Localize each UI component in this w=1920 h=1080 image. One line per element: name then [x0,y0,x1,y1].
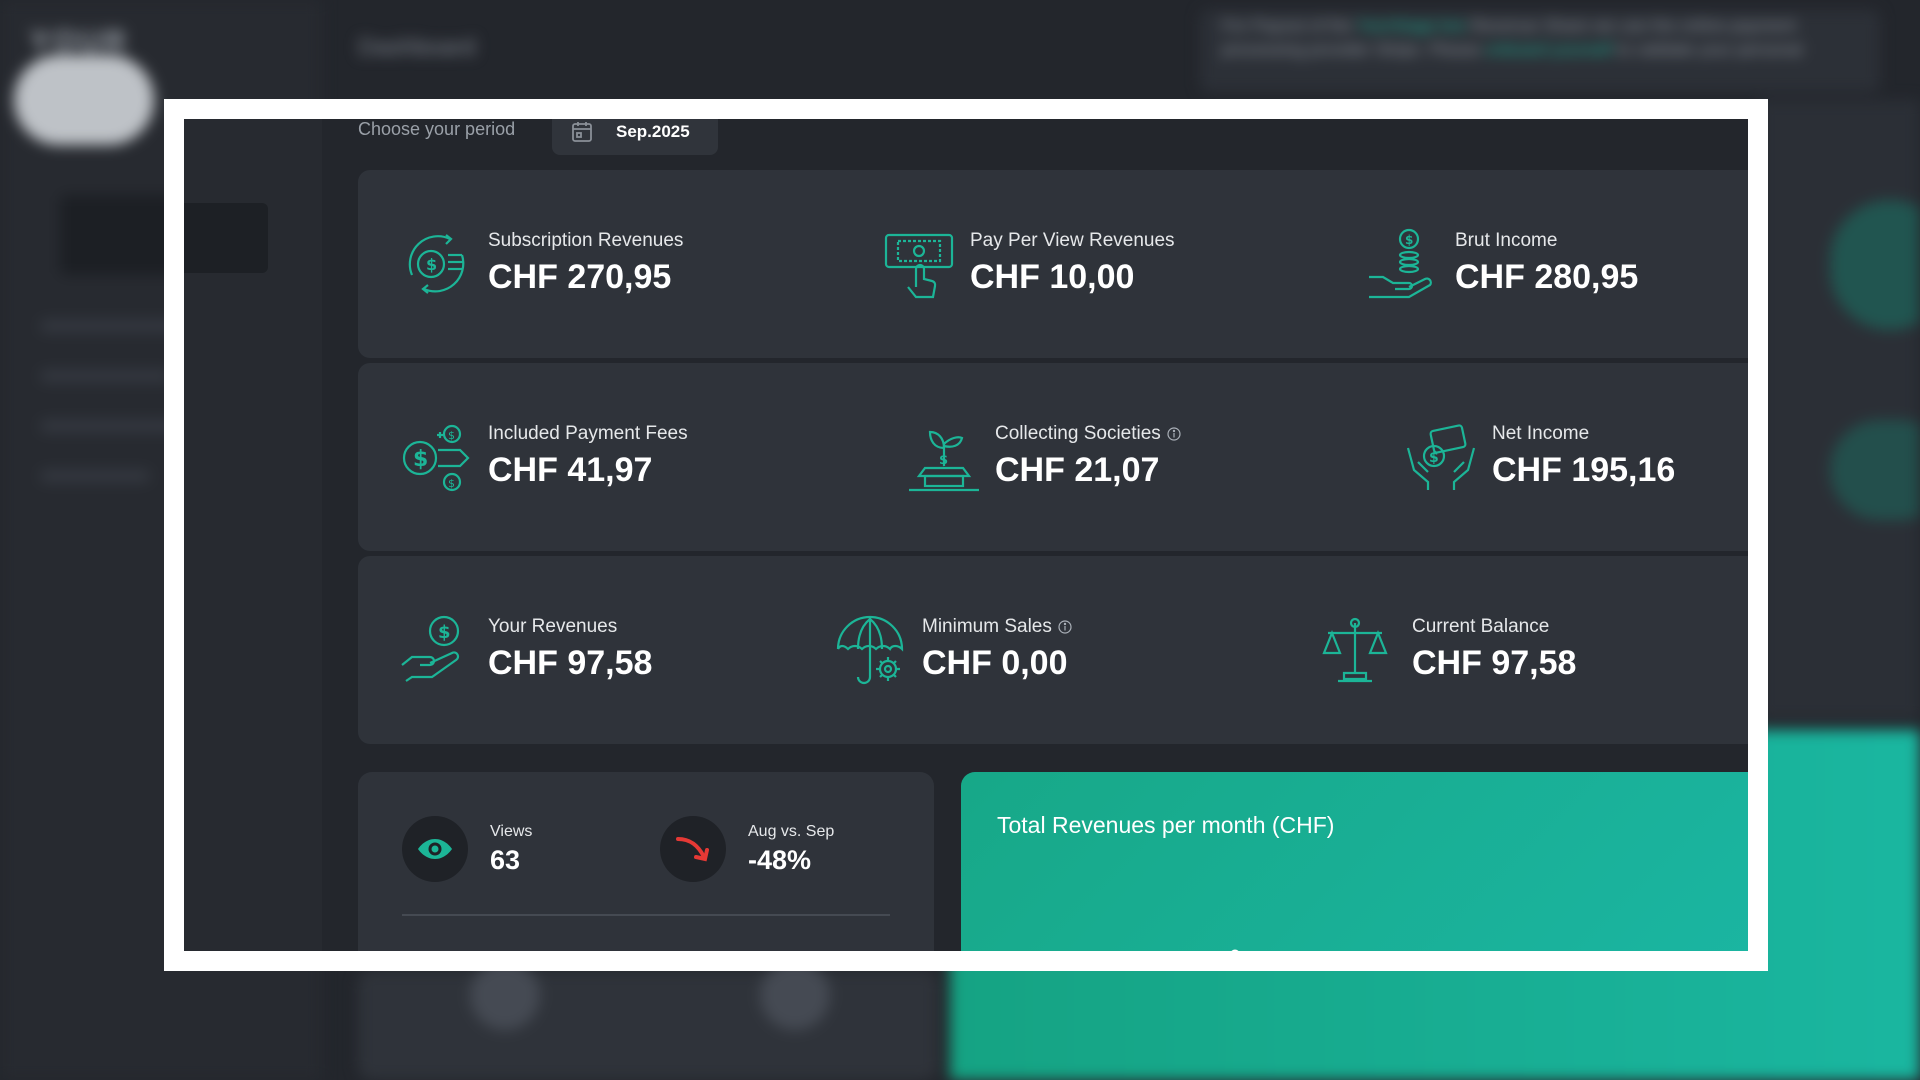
metric-value: CHF 270,95 [488,258,672,296]
hands-money-icon: $ [1406,424,1476,490]
sidebar [184,119,322,951]
metric-subscription: $ Subscription Revenues CHF 270,95 [398,170,683,358]
umbrella-gear-icon [836,615,904,685]
plant-dollar-icon: $ [909,430,979,492]
metric-pay-per-view: Pay Per View Revenues CHF 10,00 [880,170,1175,358]
chart-bar[interactable] [1230,949,1240,952]
metric-label: Included Payment Fees [488,423,688,444]
metric-label-text: Collecting Societies [995,423,1161,444]
metric-label: Pay Per View Revenues [970,230,1175,251]
metric-collecting-societies: $ Collecting Societies CHF 21,07 [905,363,1181,551]
svg-text:$: $ [448,477,455,490]
info-icon[interactable] [1058,620,1072,634]
bg-notice-brand-link: YourStage.live [1356,16,1466,35]
metric-value: CHF 41,97 [488,451,653,489]
bg-notice-part: For Payout of the [1222,16,1357,35]
metrics-card-row-3: $ Your Revenues CHF 97,58 Minimum Sales … [358,556,1748,744]
bg-notice-onboard-link: onboard yourself [1485,40,1613,59]
dashboard-screen: Choose your period Sep.2025 $ Subscripti… [184,119,1748,951]
stat-label: Aug vs. Sep [748,823,835,840]
metric-label-text: Minimum Sales [922,616,1052,637]
metric-net-income: $ Net Income CHF 195,16 [1402,363,1675,551]
metric-value: CHF 10,00 [970,258,1135,296]
stat-label: Views [490,823,533,840]
stat-value: -48% [748,845,812,875]
info-icon[interactable] [1167,427,1181,441]
revenue-chart-card: Total Revenues per month (CHF) [961,772,1748,951]
stat-icon-circle [660,816,726,882]
metric-current-balance: Current Balance CHF 97,58 [1316,556,1576,744]
stat-views: Views 63 [402,816,532,882]
metric-your-revenues: $ Your Revenues CHF 97,58 [398,556,652,744]
revenue-chart [1230,949,1240,952]
metric-label: Your Revenues [488,616,618,637]
metric-value: CHF 280,95 [1455,258,1639,296]
stat-compare: Aug vs. Sep -48% [660,816,834,882]
views-card: Views 63 Aug vs. Sep -48% [358,772,934,951]
svg-text:$: $ [1405,233,1413,247]
dollar-exchange-icon: $ $ $ [402,424,470,492]
hand-coins-icon: $ [1369,228,1432,299]
bg-logo-mark [14,55,154,145]
metric-label: Brut Income [1455,230,1558,251]
metrics-card-row-1: $ Subscription Revenues CHF 270,95 Pay P… [358,170,1748,358]
bg-bottom-card [358,970,938,1080]
trend-down-icon [676,837,709,862]
metric-brut-income: $ Brut Income CHF 280,95 [1365,170,1638,358]
stat-icon-circle [402,816,468,882]
bg-right-glow [1830,420,1920,520]
bg-page-title: Dashboard [358,34,476,61]
eye-icon [418,839,452,859]
metric-label: Subscription Revenues [488,230,684,251]
svg-text:$: $ [426,255,437,274]
bg-sidebar-line [40,470,150,482]
bg-notice-text: For Payout of the YourStage.live Revenue… [1222,14,1862,62]
period-value: Sep.2025 [616,122,690,141]
svg-text:$: $ [939,453,948,468]
svg-text:$: $ [448,429,455,442]
metric-value: CHF 97,58 [1412,644,1577,682]
bg-sidebar-line [40,370,170,382]
coins-cycle-icon: $ [408,234,465,294]
metric-value: CHF 97,58 [488,644,653,682]
metric-value: CHF 195,16 [1492,451,1676,489]
bg-right-strip [1760,100,1920,720]
svg-text:$: $ [413,447,428,472]
sidebar-item-active[interactable] [184,203,268,273]
metric-label: Collecting Societies [995,422,1181,446]
scale-icon [1322,617,1388,683]
metric-label: Minimum Sales [922,615,1072,639]
period-picker[interactable]: Sep.2025 [552,119,718,155]
metric-minimum-sales: Minimum Sales CHF 0,00 [832,556,1072,744]
ticket-touch-icon [884,233,954,299]
metric-value: CHF 0,00 [922,644,1068,682]
stat-value: 63 [490,845,521,875]
metric-label: Net Income [1492,423,1590,444]
bg-notice-part: to validate your personal [1612,40,1803,59]
svg-text:$: $ [438,622,451,643]
metric-value: CHF 21,07 [995,451,1160,489]
metric-payment-fees: $ $ $ Included Payment Fees CHF 41,97 [398,363,688,551]
period-label: Choose your period [358,119,516,139]
bg-logo: YOUR [30,25,129,58]
metrics-card-row-2: $ $ $ Included Payment Fees CHF 41,97 $ [358,363,1748,551]
calendar-icon [572,122,592,142]
screenshot-frame: Choose your period Sep.2025 $ Subscripti… [164,99,1768,971]
metric-label: Current Balance [1412,616,1550,637]
divider [402,914,890,916]
svg-text:$: $ [1429,450,1439,466]
hand-dollar-icon: $ [401,615,460,682]
